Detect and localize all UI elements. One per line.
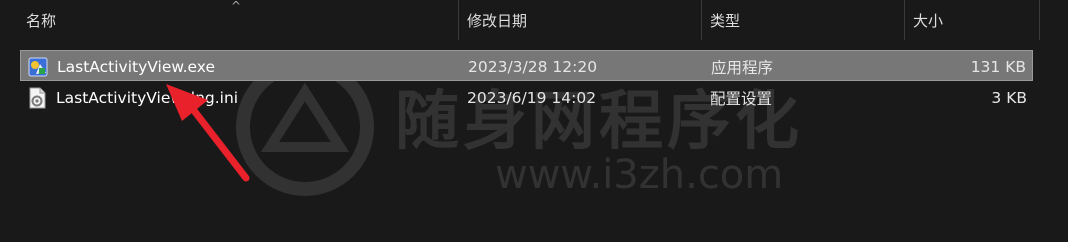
file-row[interactable]: LastActivityView.exe 2023/3/28 12:20 应用程… [20, 50, 1033, 81]
column-header-type-label: 类型 [710, 11, 741, 30]
file-size: 3 KB [991, 88, 1027, 107]
column-header-size-label: 大小 [913, 11, 944, 30]
column-header-name-label: 名称 [26, 11, 57, 30]
file-type: 应用程序 [711, 58, 774, 77]
file-name: LastActivityView.exe [57, 57, 216, 76]
file-name: LastActivityView_lng.ini [56, 88, 239, 107]
column-header-bar: 名称 ^ 修改日期 类型 大小 [0, 0, 1068, 40]
sort-ascending-icon: ^ [231, 0, 242, 13]
column-header-date[interactable]: 修改日期 [459, 0, 702, 40]
watermark-url: www.i3zh.com [495, 152, 784, 198]
column-header-date-label: 修改日期 [467, 11, 528, 30]
exe-app-icon [28, 57, 48, 77]
column-header-type[interactable]: 类型 [702, 0, 905, 40]
file-row[interactable]: LastActivityView_lng.ini 2023/6/19 14:02… [20, 82, 1033, 113]
file-type: 配置设置 [710, 89, 773, 108]
file-modified-date: 2023/6/19 14:02 [467, 88, 597, 107]
ini-settings-file-icon [29, 87, 46, 109]
file-modified-date: 2023/3/28 12:20 [468, 57, 598, 76]
file-size: 131 KB [970, 57, 1026, 76]
column-header-size[interactable]: 大小 [905, 0, 1040, 40]
